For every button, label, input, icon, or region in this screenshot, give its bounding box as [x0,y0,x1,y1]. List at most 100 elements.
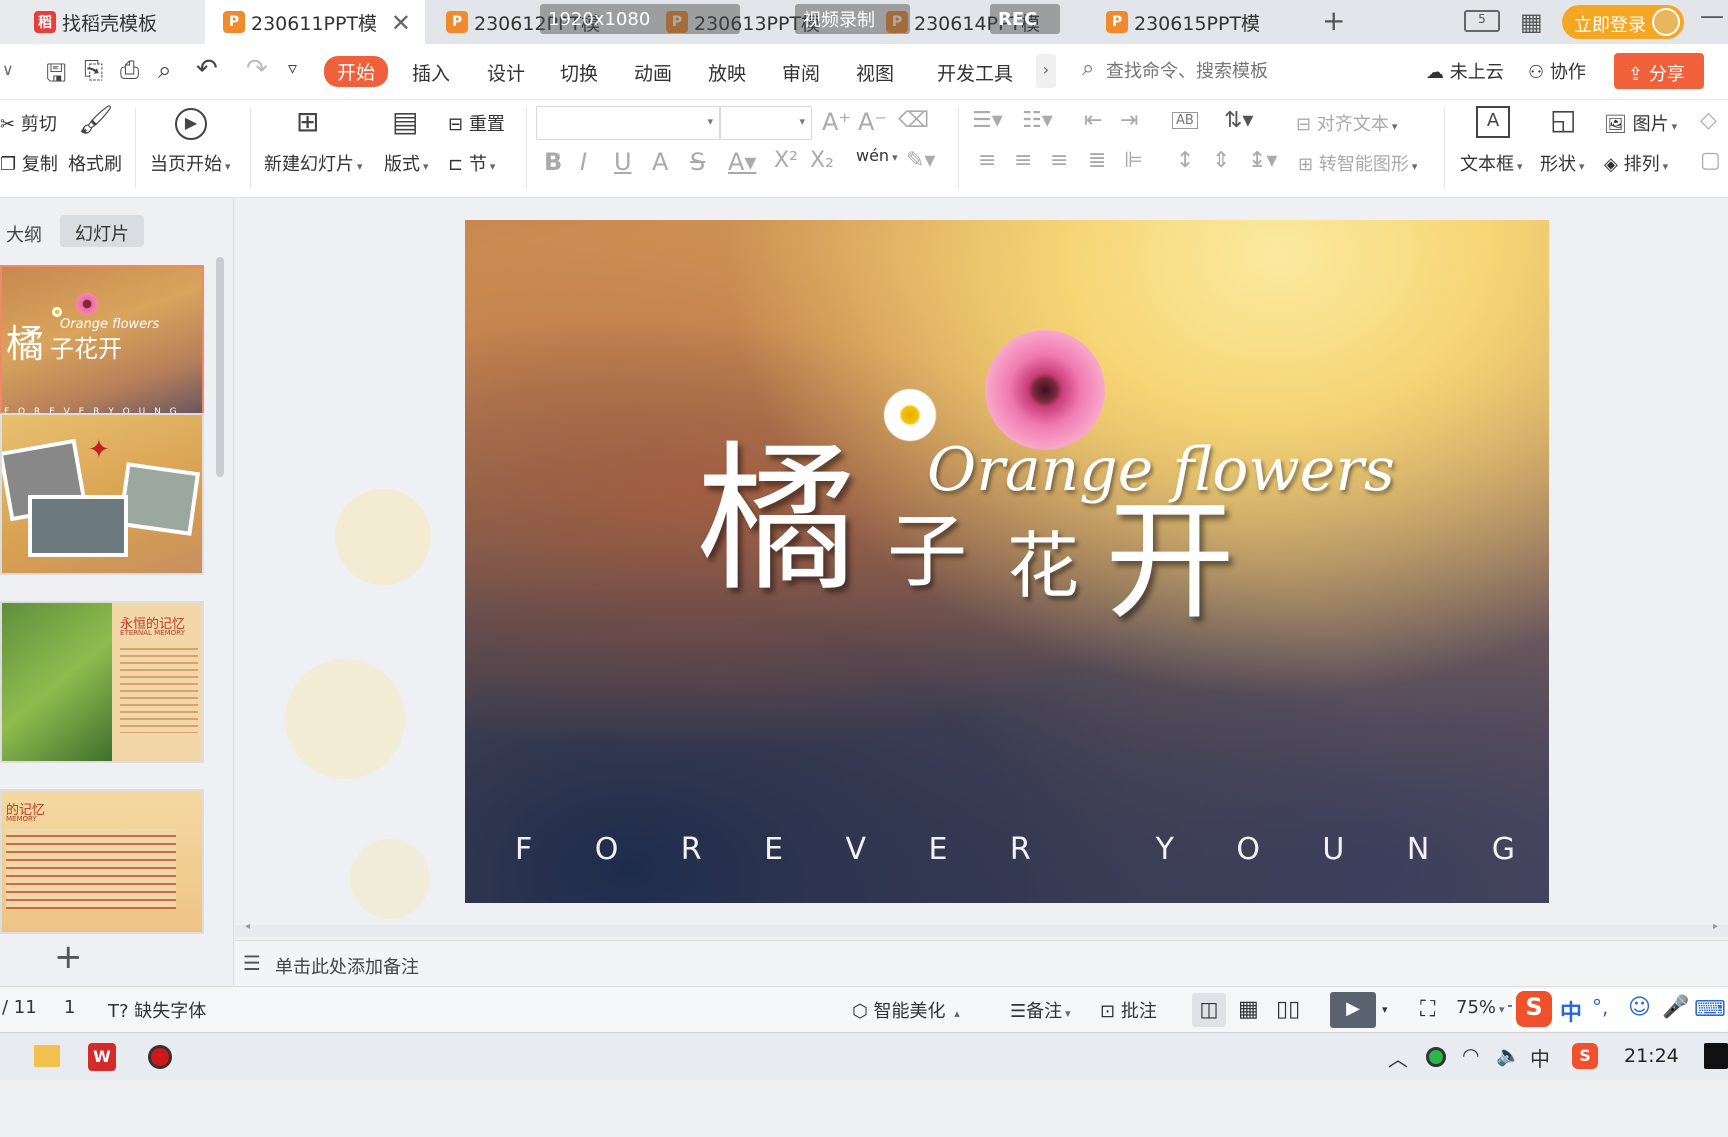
slide-sorter-icon[interactable]: ▦ [1238,997,1259,1022]
ime-punct-toggle[interactable]: °, [1592,995,1608,1019]
font-increase-icon[interactable]: A⁺ [822,108,851,136]
status-indicator-icon[interactable] [1426,1047,1446,1067]
slide-thumbnail-3[interactable]: 永恒的记忆 ETERNAL MEMORY [0,601,204,763]
wifi-icon[interactable]: ◠ [1462,1043,1479,1067]
new-slide-button[interactable]: 新建幻灯片 ▾ [264,150,363,176]
highlight-icon[interactable]: ✎▾ [906,148,935,173]
font-name-select[interactable]: ▾ [536,106,720,140]
smart-beautify-button[interactable]: ⬡ 智能美化 ▴ [852,997,960,1023]
menu-view[interactable]: 视图 [856,59,894,86]
menu-transition[interactable]: 切换 [560,59,598,86]
textbox-button[interactable]: 文本框 ▾ [1460,150,1523,176]
sogou-tray-icon[interactable]: S [1572,1043,1598,1069]
speaker-icon[interactable]: 🔈 [1496,1043,1521,1067]
cut-button[interactable]: ✂ 剪切 [0,110,57,136]
close-tab-icon[interactable]: ✕ [391,9,411,37]
comment-button[interactable]: ⊡ 批注 [1100,997,1157,1023]
decrease-indent-icon[interactable]: ⇤ [1084,108,1102,133]
zoom-level[interactable]: 75% ▾ [1456,997,1505,1018]
slide-thumbnail-4[interactable]: 的记忆 MEMORY [0,789,204,934]
menu-more-icon[interactable]: › [1036,54,1056,88]
slide-title-char[interactable]: 花 [1007,530,1079,602]
notes-pane[interactable]: ☰ 单击此处添加备注 [235,940,1728,986]
fit-window-icon[interactable]: ⛶ [1420,997,1435,1022]
justify-icon[interactable]: ≣ [1088,148,1106,173]
copy-button[interactable]: ❐ 复制 [0,150,58,176]
clock[interactable]: 21:24 [1624,1045,1679,1067]
superscript-icon[interactable]: X² [774,148,798,173]
picture-button[interactable]: 🖼 图片 ▾ [1604,110,1677,136]
minimize-icon[interactable]: — [1700,2,1724,30]
new-tab-icon[interactable]: + [1322,4,1345,37]
strikethrough-icon[interactable]: S [690,148,705,176]
text-direction-icon[interactable]: AB [1172,112,1198,129]
tray-expand-icon[interactable]: ︿ [1388,1043,1408,1072]
slideshow-play-button[interactable]: ▶ [1330,992,1376,1028]
notification-icon[interactable] [1704,1043,1728,1069]
emoji-icon[interactable]: ☺ [1628,995,1651,1020]
cloud-status[interactable]: ☁ 未上云 [1426,58,1504,84]
numbered-list-icon[interactable]: ☷▾ [1022,108,1053,133]
sogou-icon[interactable]: S [1516,991,1552,1027]
wps-icon[interactable]: W [88,1043,116,1071]
quick-access-more-icon[interactable]: ▿ [288,58,297,79]
smart-shape-button[interactable]: ⊞ 转智能图形 ▾ [1298,150,1417,176]
reset-button[interactable]: ⊟ 重置 [448,110,505,136]
slide-thumbnail-2[interactable]: ✦ [0,413,204,575]
play-from-current-button[interactable]: 当页开始 ▾ [150,150,231,176]
format-brush-button[interactable]: 格式刷 [68,150,122,176]
align-center-icon[interactable]: ≡ [1014,148,1032,173]
tab-230611[interactable]: P 230611PPT模 ✕ [205,0,425,44]
fill-icon[interactable]: ◇ [1700,108,1717,133]
text-shadow-icon[interactable]: A [652,148,668,176]
align-left-icon[interactable]: ≡ [978,148,996,173]
menu-home[interactable]: 开始 [324,56,389,87]
slide-title-char[interactable]: 子 [887,512,967,592]
menu-design[interactable]: 设计 [487,59,525,86]
print-icon[interactable]: ⎙ [120,56,139,84]
login-button[interactable]: 立即登录 [1562,5,1684,39]
normal-view-icon[interactable]: ◫ [1192,993,1226,1027]
notes-placeholder[interactable]: 单击此处添加备注 [275,953,419,979]
share-button[interactable]: ⇪ 分享 [1614,53,1704,89]
reading-view-icon[interactable]: ▯▯ [1276,997,1300,1022]
add-slide-button[interactable]: + [54,937,83,977]
panel-scrollbar[interactable] [216,257,224,477]
chevron-down-icon[interactable]: ▾ [1382,1003,1388,1016]
menu-slideshow[interactable]: 放映 [708,59,746,86]
tray-lang-indicator[interactable]: 中 [1530,1043,1550,1072]
underline-icon[interactable]: U [614,148,632,176]
bold-icon[interactable]: B [544,148,562,176]
print-preview-icon[interactable]: ⌕ [158,56,171,84]
paragraph-spacing-icon[interactable]: ⇕ [1212,148,1230,173]
font-color-icon[interactable]: A▾ [728,148,756,176]
pinyin-guide-icon[interactable]: wén ▾ [856,146,898,165]
export-pdf-icon[interactable]: ⎘ [84,56,103,84]
italic-icon[interactable]: I [580,148,587,176]
undo-icon[interactable]: ↶ [196,54,218,84]
tab-230615[interactable]: P 230615PPT模 [1100,0,1300,44]
outline-icon[interactable]: ▢ [1700,148,1721,173]
menu-review[interactable]: 审阅 [782,59,820,86]
spacing-more-icon[interactable]: ↨▾ [1248,148,1277,173]
tab-outline[interactable]: 大纲 [6,221,42,247]
window-layout-icon[interactable]: 5 [1464,10,1500,32]
bullet-list-icon[interactable]: ☰▾ [972,108,1003,133]
slide-title-char[interactable]: 开 [1105,496,1235,626]
file-explorer-icon[interactable] [34,1045,60,1067]
slide-canvas[interactable]: Orange flowers 橘 子 花 开 FOREVERYOUNG [465,220,1549,903]
slide-title-char[interactable]: 橘 [697,440,857,600]
menu-developer[interactable]: 开发工具 [937,59,1013,86]
scroll-left-icon[interactable]: ◂ [245,921,250,932]
chevron-down-icon[interactable]: ∨ [2,60,14,79]
missing-font-button[interactable]: T? 缺失字体 [108,997,206,1023]
align-text-button[interactable]: ⊟ 对齐文本 ▾ [1296,110,1397,136]
menu-animation[interactable]: 动画 [634,59,672,86]
increase-indent-icon[interactable]: ⇥ [1120,108,1138,133]
font-size-select[interactable]: ▾ [720,106,812,140]
slide-thumbnail-1[interactable]: 橘 子花开 Orange flowers F O R E V E R Y O U… [0,265,204,427]
font-decrease-icon[interactable]: A⁻ [858,108,887,136]
subscript-icon[interactable]: X₂ [810,148,834,173]
align-right-icon[interactable]: ≡ [1050,148,1068,173]
tab-slides[interactable]: 幻灯片 [60,215,144,247]
